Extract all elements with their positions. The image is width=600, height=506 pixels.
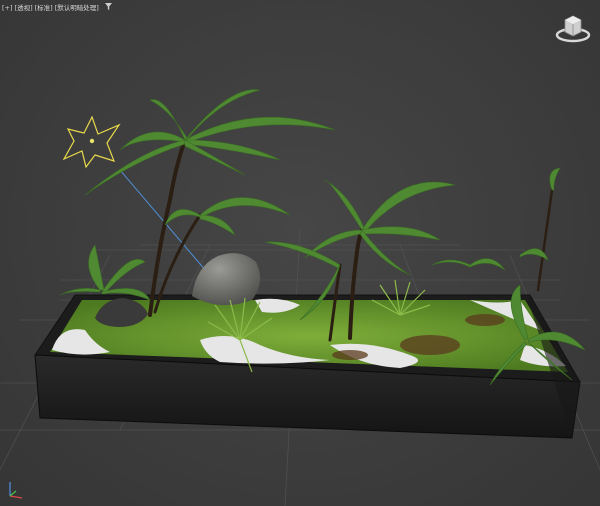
viewcube-home-icon[interactable] xyxy=(553,12,593,46)
scene-canvas[interactable] xyxy=(0,0,600,506)
axis-tripod-icon xyxy=(4,478,28,502)
3d-viewport[interactable]: [+] [透视] [标准] [默认明暗处理] xyxy=(0,0,600,506)
sun-light-helper xyxy=(62,115,121,169)
